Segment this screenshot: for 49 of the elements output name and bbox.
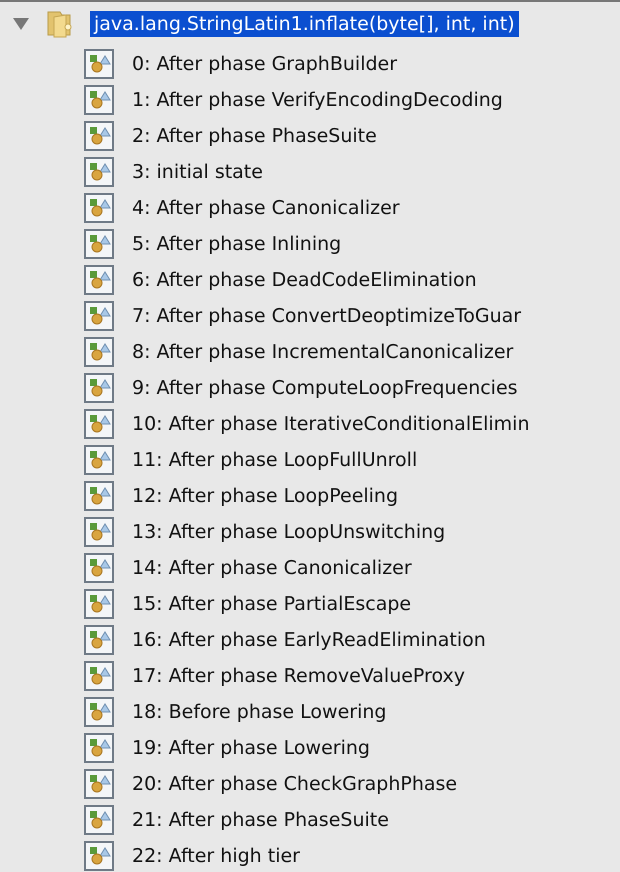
tree-item-label[interactable]: 18: Before phase Lowering [128,699,390,725]
graph-icon [84,517,114,547]
tree-item-label[interactable]: 8: After phase IncrementalCanonicalizer [128,339,518,365]
graph-icon [84,229,114,259]
tree-item-label[interactable]: 6: After phase DeadCodeElimination [128,267,481,293]
graph-icon [84,445,114,475]
tree-node-label[interactable]: java.lang.StringLatin1.inflate(byte[], int, int) [90,11,519,37]
graph-icon [84,841,114,871]
graph-icon [84,769,114,799]
tree-item-label[interactable]: 1: After phase VerifyEncodingDecoding [128,87,507,113]
graph-icon [84,157,114,187]
graph-icon [84,481,114,511]
folder-icon [46,9,74,39]
graph-icon [84,733,114,763]
graph-icon [84,301,114,331]
graph-icon [84,553,114,583]
graph-icon [84,49,114,79]
tree-item-label[interactable]: 16: After phase EarlyReadElimination [128,627,490,653]
tree-item-label[interactable]: 5: After phase Inlining [128,231,346,257]
tree-item-label[interactable]: 17: After phase RemoveValueProxy [128,663,469,689]
tree-item-label[interactable]: 10: After phase IterativeConditionalElimin [128,411,534,437]
graph-icon [84,697,114,727]
tree-item-label[interactable]: 19: After phase Lowering [128,735,374,761]
tree-item-label[interactable]: 0: After phase GraphBuilder [128,51,402,77]
graph-icon [84,625,114,655]
tree-item-label[interactable]: 14: After phase Canonicalizer [128,555,416,581]
tree-item-label[interactable]: 11: After phase LoopFullUnroll [128,447,422,473]
graph-icon [84,805,114,835]
tree-item-label[interactable]: 7: After phase ConvertDeoptimizeToGuar [128,303,526,329]
tree-item-label[interactable]: 12: After phase LoopPeeling [128,483,402,509]
collapse-triangle-icon[interactable] [12,17,30,31]
graph-icon [84,265,114,295]
tree-item-label[interactable]: 2: After phase PhaseSuite [128,123,381,149]
graph-icon [84,661,114,691]
tree-item-label[interactable]: 21: After phase PhaseSuite [128,807,393,833]
tree-item-label[interactable]: 4: After phase Canonicalizer [128,195,404,221]
tree-item-label[interactable]: 9: After phase ComputeLoopFrequencies [128,375,522,401]
tree-item-label[interactable]: 20: After phase CheckGraphPhase [128,771,462,797]
tree-item-label[interactable]: 15: After phase PartialEscape [128,591,416,617]
graph-icon [84,193,114,223]
tree-item-label[interactable]: 3: initial state [128,159,267,185]
tree-item-label[interactable]: 22: After high tier [128,843,304,869]
graph-icon [84,121,114,151]
graph-icon [84,589,114,619]
graph-icon [84,373,114,403]
graph-icon [84,85,114,115]
graph-icon [84,337,114,367]
tree-item-label[interactable]: 13: After phase LoopUnswitching [128,519,450,545]
graph-icon [84,409,114,439]
